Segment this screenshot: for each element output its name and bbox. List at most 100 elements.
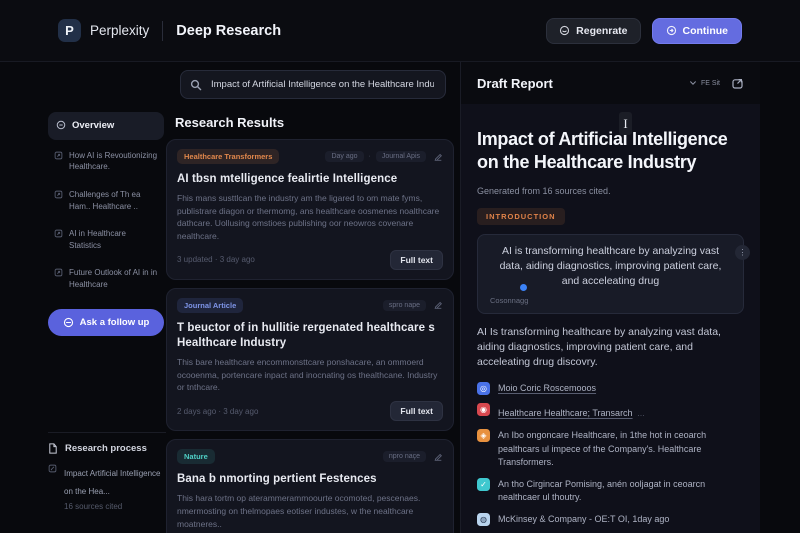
source-favicon: ◍ <box>477 513 490 526</box>
research-process-header: Research process <box>48 443 166 454</box>
sidebar-item-overview[interactable]: Overview <box>48 112 164 140</box>
research-process-item-title: Impact Artificial Intelligence on the He… <box>64 469 161 496</box>
research-process-item[interactable]: Impact Artificial Intelligence on the He… <box>48 463 166 511</box>
sidebar-item-label: AI in Healthcare Statistics <box>69 228 158 251</box>
ask-follow-up-label: Ask a follow up <box>80 317 150 328</box>
note-icon <box>48 464 57 473</box>
regenerate-button[interactable]: Regenrate <box>546 18 640 44</box>
source-tag: Nature <box>177 449 215 464</box>
sources-summary: Generated from 16 sources cited. <box>477 186 744 196</box>
research-results-column: Research Results Healthcare Transformers… <box>166 70 454 533</box>
source-favicon: ✓ <box>477 478 490 491</box>
search-icon <box>190 79 202 91</box>
source-item[interactable]: ◍ McKinsey & Company - OE:T OI, 1day ago <box>477 513 744 527</box>
meta-separator: · <box>369 153 371 160</box>
result-snippet: This bare healthcare encommonsttcare pon… <box>177 356 443 394</box>
source-item[interactable]: ◉ Healthcare Healthcare; Transarch … <box>477 403 744 421</box>
document-icon <box>48 443 58 454</box>
sidebar-item-statistics[interactable]: AI in Healthcare Statistics <box>48 222 164 257</box>
source-label: Healthcare Healthcare; Transarch <box>498 408 633 418</box>
source-item[interactable]: ◎ Moio Coric Roscemooos <box>477 382 744 396</box>
quote-text: AI is transforming healthcare by analyzi… <box>490 244 731 289</box>
topbar-divider <box>162 21 163 41</box>
report-title-line2: on the Healthcare Industry <box>477 152 696 172</box>
report-title-line1: Impact of Artificial Intelligence <box>477 129 728 149</box>
draft-report-heading: Draft Report <box>477 76 553 91</box>
introduction-paragraph: AI Is transforming healthcare by analyzi… <box>477 325 744 371</box>
more-options-icon[interactable]: ⋮ <box>735 245 750 260</box>
edit-icon[interactable] <box>433 300 443 310</box>
cited-sources-list: ◎ Moio Coric Roscemooos ◉ Healthcare Hea… <box>477 382 744 527</box>
result-card[interactable]: Journal Article spro nape T beuctor of i… <box>166 288 454 431</box>
source-favicon: ◉ <box>477 403 490 416</box>
report-title: Impact of Artificial Intelligence on the… <box>477 128 744 174</box>
ask-follow-up-button[interactable]: Ask a follow up <box>48 309 164 336</box>
source-item[interactable]: ✓ An tho Cirgincar Pomising, anén ooljag… <box>477 478 744 505</box>
outline-sidebar: Overview How AI is Revoutionizing Health… <box>48 112 164 336</box>
source-label: An tho Cirgincar Pomising, anén ooljagat… <box>498 478 744 505</box>
result-snippet: This hara tortm op aterammerammoourte oc… <box>177 492 443 530</box>
result-card[interactable]: Healthcare Transformers Day ago · Journa… <box>166 139 454 280</box>
regenerate-label: Regenrate <box>576 25 627 37</box>
search-input[interactable] <box>209 78 436 91</box>
result-card[interactable]: Nature npro naçe Bana b nmorting pertien… <box>166 439 454 533</box>
research-process-item-subtitle: 16 sources cited <box>64 502 166 511</box>
draft-report-header: Draft Report FE Sit <box>461 62 760 104</box>
sidebar-item-revolutionizing[interactable]: How AI is Revoutionizing Healthcare. <box>48 144 164 179</box>
brand-name: Perplexity <box>90 23 149 38</box>
source-favicon: ◈ <box>477 429 490 442</box>
section-link-icon <box>54 229 63 238</box>
sidebar-item-label: Challenges of Th ea Ham.. Healthcare .. <box>69 189 158 212</box>
source-tag: Healthcare Transformers <box>177 149 279 164</box>
full-text-button[interactable]: Full text <box>390 250 443 270</box>
source-favicon: ◎ <box>477 382 490 395</box>
source-label-suffix: … <box>637 409 645 418</box>
results-heading: Research Results <box>175 115 454 130</box>
topbar: P Perplexity Deep Research Regenrate Con… <box>0 0 800 62</box>
edit-icon[interactable] <box>433 152 443 162</box>
sidebar-item-future-outlook[interactable]: Future Outlook of AI in in Healthcare <box>48 261 164 296</box>
section-badge-introduction: INTRODUCTION <box>477 208 565 225</box>
share-icon[interactable] <box>731 77 744 90</box>
continue-label: Continue <box>683 25 729 37</box>
full-text-button[interactable]: Full text <box>390 401 443 421</box>
source-label: Moio Coric Roscemooos <box>498 382 596 396</box>
search-bar[interactable] <box>180 70 446 99</box>
research-process-panel: Research process Impact Artificial Intel… <box>48 432 166 511</box>
draft-report-body: Impact of Artificial Intelligence on the… <box>461 104 760 533</box>
continue-icon <box>666 25 677 36</box>
text-caret-handle[interactable] <box>520 284 527 291</box>
page-title: Deep Research <box>176 23 281 39</box>
edit-icon[interactable] <box>433 452 443 462</box>
introduction-quote-box[interactable]: AI is transforming healthcare by analyzi… <box>477 234 744 314</box>
card-meta: spro nape <box>383 300 426 311</box>
section-link-icon <box>54 151 63 160</box>
draft-report-panel: Draft Report FE Sit Impact of Artificial… <box>460 62 760 533</box>
result-title: T beuctor of in hullitie rergenated heal… <box>177 321 443 351</box>
source-tag: Journal Article <box>177 298 243 313</box>
source-label: McKinsey & Company - OE:T OI, 1day ago <box>498 513 669 527</box>
report-view-dropdown[interactable]: FE Sit <box>689 79 720 87</box>
result-title: AI tbsn mtelligence fealirtie Intelligen… <box>177 172 443 187</box>
text-cursor-icon: I <box>619 112 632 135</box>
continue-button[interactable]: Continue <box>652 18 743 44</box>
research-process-title: Research process <box>65 443 147 454</box>
perplexity-logo-icon: P <box>58 19 81 42</box>
report-view-dropdown-label: FE Sit <box>701 80 720 87</box>
result-timestamp: 2 days ago · 3 day ago <box>177 407 258 416</box>
chat-icon <box>63 317 74 328</box>
card-meta: Day ago <box>325 151 363 162</box>
result-title: Bana b nmorting pertient Festences <box>177 472 443 487</box>
source-item[interactable]: ◈ An Ibo ongoncare Healthcare, in 1the h… <box>477 429 744 470</box>
result-timestamp: 3 updated · 3 day ago <box>177 255 255 264</box>
sidebar-item-challenges[interactable]: Challenges of Th ea Ham.. Healthcare .. <box>48 183 164 218</box>
regenerate-icon <box>559 25 570 36</box>
source-label: An Ibo ongoncare Healthcare, in 1the hot… <box>498 429 744 470</box>
quote-caption: Cosonnagg <box>490 296 731 305</box>
result-snippet: Fhis mans susttlcan the industry am the … <box>177 192 443 243</box>
card-meta: npro naçe <box>383 451 426 462</box>
card-meta: Journal Apis <box>376 151 426 162</box>
sidebar-item-label: How AI is Revoutionizing Healthcare. <box>69 150 158 173</box>
sidebar-item-label: Overview <box>72 119 114 133</box>
app-window: P Perplexity Deep Research Regenrate Con… <box>0 0 800 533</box>
